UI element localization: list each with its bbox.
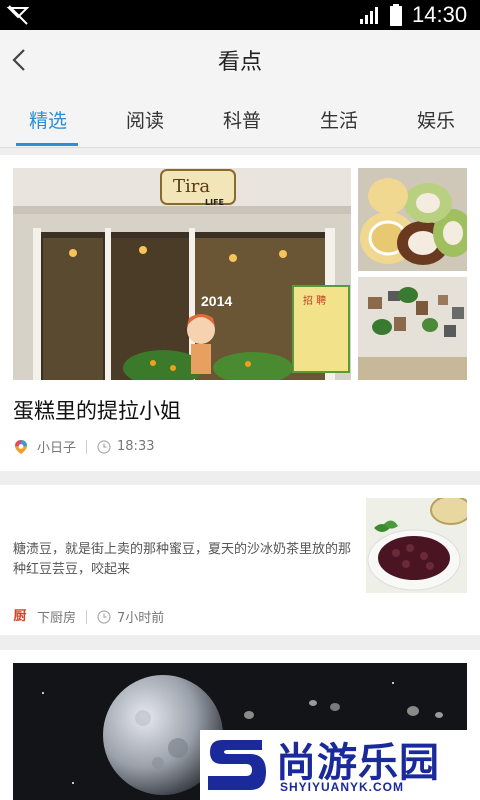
clock-icon [97,609,111,624]
clock-icon [97,439,111,454]
notification-muted-icon [6,5,30,25]
watermark-url-text: SHYIYUANYK.COM [280,780,405,794]
article-title[interactable]: 蛋糕里的提拉小姐 [13,395,181,425]
article-card[interactable]: Tira LIFE 2014 招 聘 蛋糕里的提拉小姐 小日子 18:33 [0,155,480,471]
article-main-image: Tira LIFE 2014 招 聘 [13,168,351,380]
tab-featured[interactable]: 精选 [8,106,88,133]
shop-sign-text: Tira [173,176,210,197]
window-year-text: 2014 [201,293,232,309]
article-side-image-cake [358,168,467,271]
battery-icon [390,4,402,26]
meta-divider [86,439,88,454]
article-time: 18:33 [117,439,155,454]
signal-icon [360,7,378,24]
watermark-s-logo-icon [208,740,266,790]
source-logo-icon: 厨 [13,608,27,624]
article-summary[interactable]: 糖渍豆，就是街上卖的那种蜜豆，夏天的沙冰奶茶里放的那种红豆芸豆，咬起来 [13,540,353,580]
article-thumbnail-beans [366,498,467,593]
article-time: 7小时前 [117,611,165,626]
status-bar: 14:30 [0,0,480,30]
site-watermark: 尚游乐园 SHYIYUANYK.COM [200,730,480,800]
article-source: 下厨房 [37,611,77,626]
tab-life[interactable]: 生活 [299,106,379,133]
article-meta: 小日子 18:33 [13,437,154,456]
page-title: 看点 [217,50,262,75]
tab-science[interactable]: 科普 [202,106,282,133]
shop-sign-sub-text: LIFE [205,198,224,207]
status-time: 14:30 [412,2,468,27]
article-side-image-interior [358,277,467,380]
source-logo-icon [15,439,27,454]
article-source: 小日子 [37,441,77,456]
active-tab-indicator [16,143,78,146]
meta-divider [86,609,88,624]
category-tabs: 精选 阅读 科普 生活 娱乐 [0,90,480,148]
tab-reading[interactable]: 阅读 [105,106,185,133]
app-header: 看点 [0,30,480,90]
article-card[interactable]: 糖渍豆，就是街上卖的那种蜜豆，夏天的沙冰奶茶里放的那种红豆芸豆，咬起来 厨 下厨… [0,485,480,635]
article-meta: 厨 下厨房 7小时前 [13,607,164,626]
poster-text: 招 聘 [303,294,326,307]
tab-entertainment[interactable]: 娱乐 [396,106,476,133]
